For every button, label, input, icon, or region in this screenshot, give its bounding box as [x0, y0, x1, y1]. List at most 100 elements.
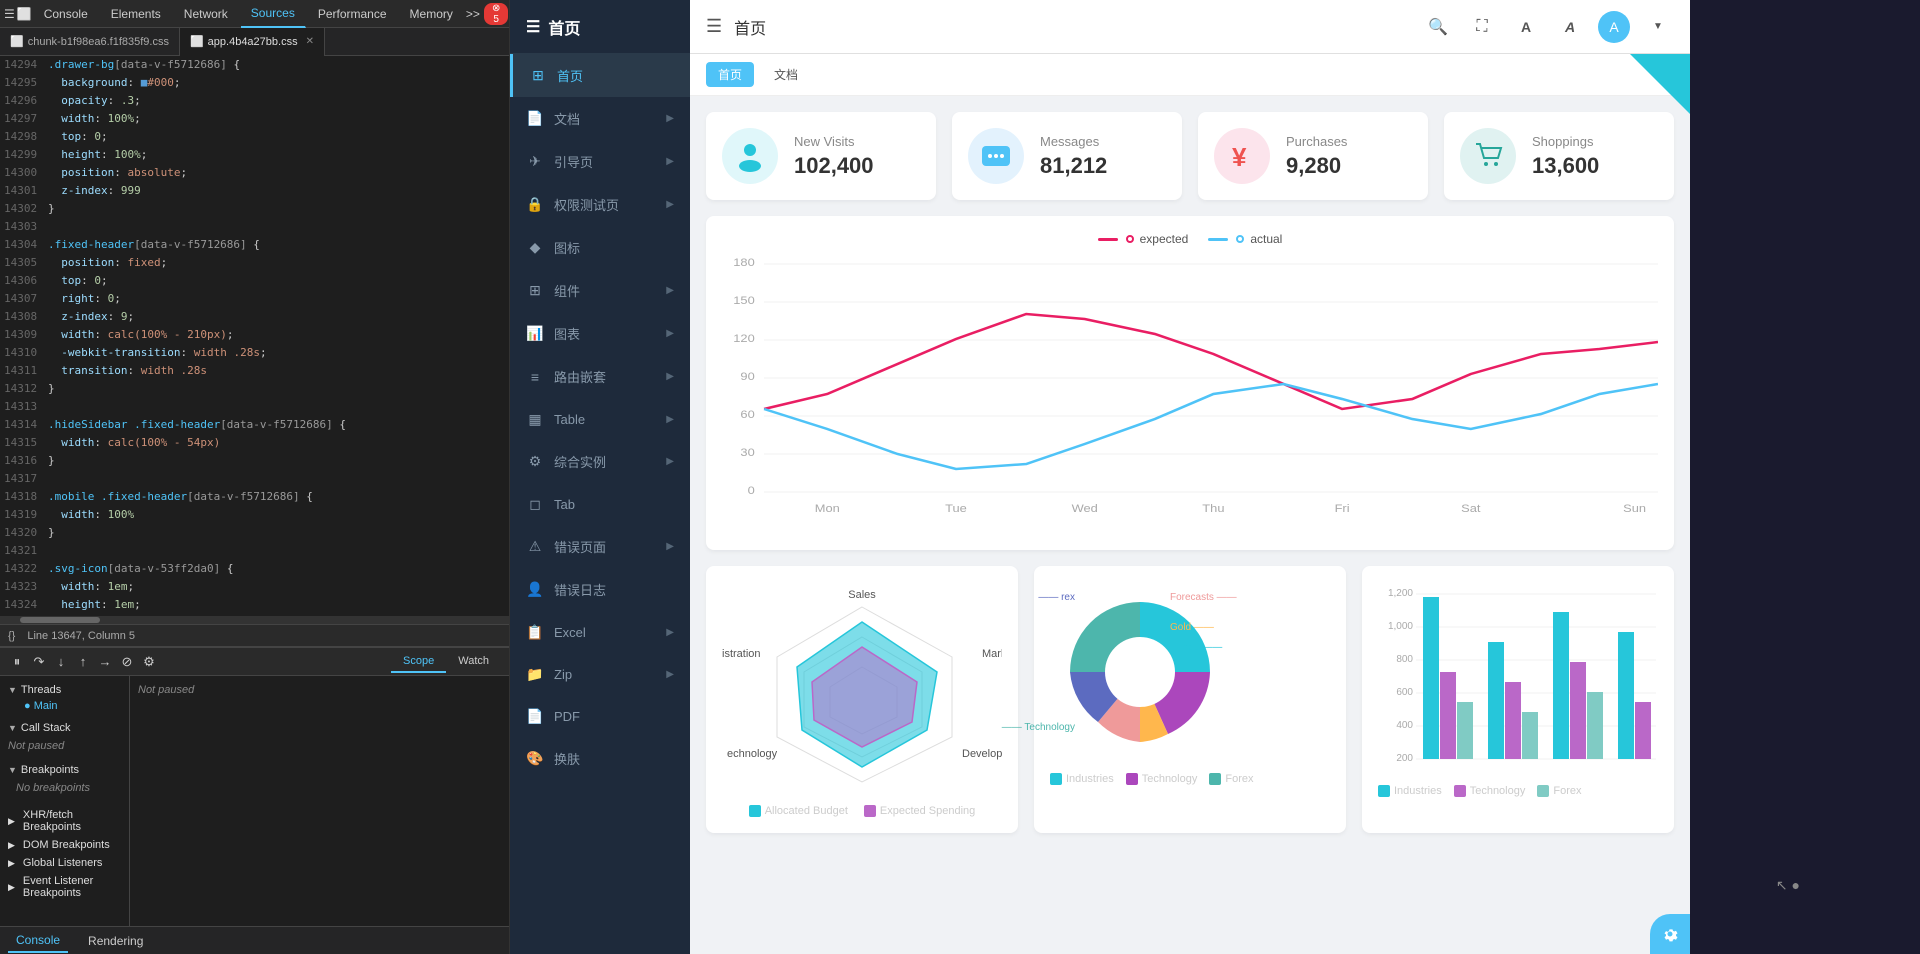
file-tab-close[interactable]: ✕ — [306, 36, 314, 47]
step-button[interactable]: → — [96, 653, 114, 671]
bar-3-technology — [1570, 662, 1586, 759]
more-tabs-icon[interactable]: >> — [466, 6, 480, 22]
sidebar-item-guide[interactable]: ✈ 引导页 ▶ — [510, 140, 690, 183]
bar-y-1000: 1,000 — [1388, 621, 1413, 632]
threads-arrow: ▼ — [8, 685, 17, 695]
sidebar-item-charts[interactable]: 📊 图表 ▶ — [510, 312, 690, 355]
xhr-breakpoints[interactable]: ▶ XHR/fetch Breakpoints — [0, 806, 129, 836]
tab-icon: ◻ — [526, 495, 544, 513]
language-button[interactable]: A — [1554, 11, 1586, 43]
call-stack-title[interactable]: ▼ Call Stack — [8, 722, 121, 734]
sidebar-item-components[interactable]: ⊞ 组件 ▶ — [510, 269, 690, 312]
breadcrumb-home-btn[interactable]: 首页 — [706, 62, 754, 87]
actual-legend-label: actual — [1250, 232, 1282, 246]
home-icon: ⊞ — [529, 67, 547, 85]
debug-tab-watch[interactable]: Watch — [446, 651, 501, 673]
y-label-150: 150 — [733, 294, 755, 307]
tab-memory[interactable]: Memory — [400, 0, 464, 28]
debug-tab-bar: Scope Watch — [391, 651, 501, 673]
sidebar-item-error-log[interactable]: 👤 错误日志 — [510, 568, 690, 611]
purchases-label: Purchases — [1286, 134, 1412, 149]
bar-4-technology — [1635, 702, 1651, 759]
sidebar-item-error-pages[interactable]: ⚠ 错误页面 ▶ — [510, 525, 690, 568]
settings-floating-button[interactable] — [1650, 914, 1690, 954]
excel-arrow: ▶ — [666, 627, 674, 638]
sidebar-item-permission[interactable]: 🔒 权限测试页 ▶ — [510, 183, 690, 226]
devtools-menu-icon[interactable]: ☰ — [4, 6, 15, 22]
sidebar-item-table[interactable]: ▦ Table ▶ — [510, 398, 690, 440]
sidebar-item-docs[interactable]: 📄 文档 ▶ — [510, 97, 690, 140]
threads-title[interactable]: ▼ Threads — [8, 684, 121, 696]
visits-info: New Visits 102,400 — [794, 134, 920, 179]
sidebar-item-router[interactable]: ≡ 路由嵌套 ▶ — [510, 355, 690, 398]
bar-y-1200: 1,200 — [1388, 588, 1413, 599]
sidebar-item-excel[interactable]: 📋 Excel ▶ — [510, 611, 690, 653]
tab-elements[interactable]: Elements — [101, 0, 172, 28]
console-tab-console[interactable]: Console — [8, 929, 68, 953]
tab-network[interactable]: Network — [174, 0, 239, 28]
sidebar-item-pdf[interactable]: 📄 PDF — [510, 695, 690, 737]
file-tab-css2[interactable]: ⬜ app.4b4a27bb.css ✕ — [180, 28, 325, 56]
messages-icon — [968, 128, 1024, 184]
tab-console[interactable]: Console — [34, 0, 99, 28]
code-editor[interactable]: 14294 .drawer-bg[data-v-f5712686] { 1429… — [0, 56, 509, 616]
pause-button[interactable]: ⏸ — [8, 653, 26, 671]
guide-icon: ✈ — [526, 153, 544, 171]
global-listeners[interactable]: ▶ Global Listeners — [0, 854, 129, 872]
scrollbar-thumb[interactable] — [20, 617, 100, 623]
step-out-button[interactable]: ↑ — [74, 653, 92, 671]
examples-icon: ⚙ — [526, 453, 544, 471]
visits-label: New Visits — [794, 134, 920, 149]
hamburger-icon[interactable]: ☰ — [706, 16, 722, 37]
sidebar-item-guide-left: ✈ 引导页 — [526, 152, 593, 171]
sidebar-item-zip[interactable]: 📁 Zip ▶ — [510, 653, 690, 695]
file-tab-icon2: ⬜ — [190, 35, 204, 48]
font-size-button[interactable]: A — [1510, 11, 1542, 43]
dom-breakpoints[interactable]: ▶ DOM Breakpoints — [0, 836, 129, 854]
sidebar-item-examples[interactable]: ⚙ 综合实例 ▶ — [510, 440, 690, 483]
line-chart-svg: 180 150 120 90 60 30 0 — [722, 254, 1658, 524]
event-listener-breakpoints[interactable]: ▶ Event Listener Breakpoints — [0, 872, 129, 902]
sidebar-item-components-label: 组件 — [554, 281, 580, 300]
devtools-tab-bar: ☰ ⬜ Console Elements Network Sources Per… — [0, 0, 509, 28]
sidebar-item-icons[interactable]: ◆ 图标 — [510, 226, 690, 269]
breadcrumb-docs-btn[interactable]: 文档 — [762, 62, 810, 87]
user-avatar[interactable]: A — [1598, 11, 1630, 43]
stat-card-shoppings: Shoppings 13,600 — [1444, 112, 1674, 200]
sidebar-item-tab[interactable]: ◻ Tab — [510, 483, 690, 525]
file-tab-css1[interactable]: ⬜ chunk-b1f98ea6.f1f835f9.css — [0, 28, 180, 56]
x-label-tue: Tue — [945, 502, 967, 515]
breakpoints-title[interactable]: ▼ Breakpoints — [8, 764, 121, 776]
code-line-14310: 14310 -webkit-transition: width .28s; — [0, 344, 509, 362]
tab-sources[interactable]: Sources — [241, 0, 306, 28]
tab-performance[interactable]: Performance — [308, 0, 398, 28]
bar-y-800: 800 — [1396, 654, 1413, 665]
error-count-badge: ⊗ 5 — [484, 3, 509, 25]
step-into-button[interactable]: ↓ — [52, 653, 70, 671]
hex-budget-label: Allocated Budget — [765, 805, 848, 817]
fullscreen-button[interactable]: ⛶ — [1466, 11, 1498, 43]
status-bar: {} Line 13647, Column 5 — [0, 624, 509, 646]
search-button[interactable]: 🔍 — [1422, 11, 1454, 43]
sidebar-item-home[interactable]: ⊞ 首页 — [510, 54, 690, 97]
debug-settings-button[interactable]: ⚙ — [140, 653, 158, 671]
debug-tab-scope[interactable]: Scope — [391, 651, 446, 673]
donut-technology-label: Technology — [1142, 773, 1198, 785]
devtools-dock-icon[interactable]: ⬜ — [17, 6, 32, 22]
file-tab-name1: chunk-b1f98ea6.f1f835f9.css — [28, 36, 169, 48]
hex-label-develop: Develop — [962, 748, 1002, 760]
bar-1-industries — [1423, 597, 1439, 759]
shoppings-label: Shoppings — [1532, 134, 1658, 149]
deactivate-button[interactable]: ⊘ — [118, 653, 136, 671]
global-arrow: ▶ — [8, 858, 15, 869]
zip-icon: 📁 — [526, 665, 544, 683]
horizontal-scrollbar[interactable] — [0, 616, 509, 624]
bar-industries-color — [1378, 785, 1390, 797]
step-over-button[interactable]: ↷ — [30, 653, 48, 671]
router-arrow: ▶ — [666, 371, 674, 382]
code-line-14300: 14300 position: absolute; — [0, 164, 509, 182]
sidebar-item-theme[interactable]: 🎨 换肤 — [510, 737, 690, 780]
avatar-dropdown-icon[interactable]: ▼ — [1642, 11, 1674, 43]
x-label-mon: Mon — [815, 502, 840, 515]
console-tab-rendering[interactable]: Rendering — [80, 930, 151, 952]
